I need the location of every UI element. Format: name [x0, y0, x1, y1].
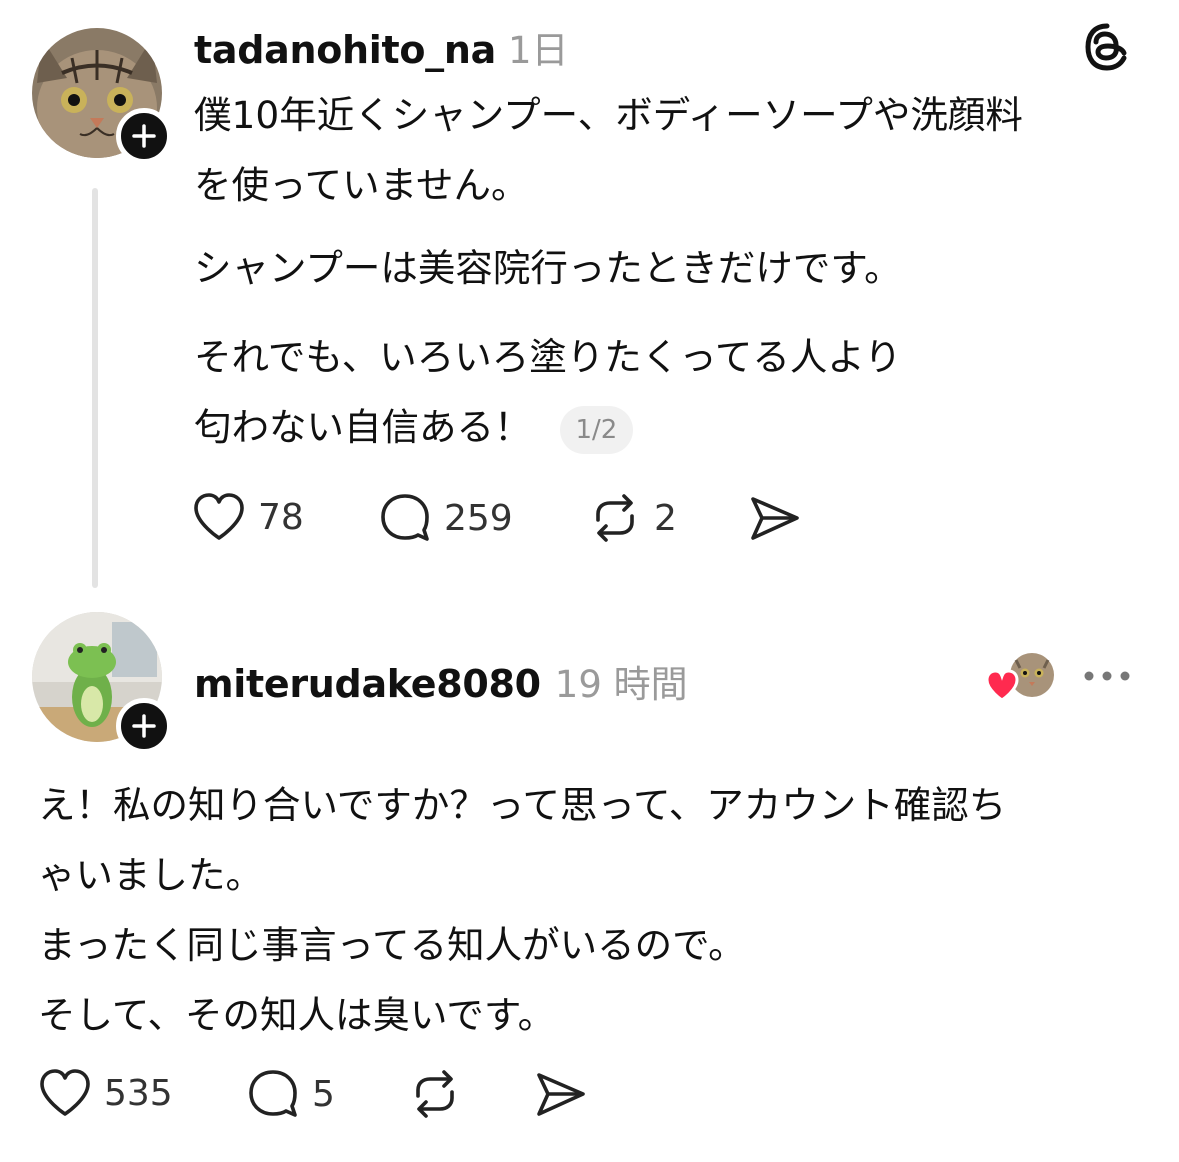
red-heart-icon: [985, 669, 1019, 702]
like-count: 535: [104, 1072, 173, 1114]
username[interactable]: miterudake8080: [194, 662, 541, 706]
repost-icon: [416, 1070, 454, 1118]
reply-button[interactable]: 259: [378, 492, 513, 544]
post-text-line: え！私の知り合いですか？って思って、アカウント確認ち: [38, 783, 1007, 827]
timestamp: 19 時間: [554, 663, 688, 706]
more-options-button[interactable]: [1082, 664, 1132, 688]
comment-icon: [381, 494, 429, 541]
post-text-line: ゃいました。: [38, 853, 263, 897]
liked-by-author-indicator: [984, 650, 1056, 704]
repost-icon: [596, 494, 634, 542]
post-text-span: 匂わない自信ある！: [194, 405, 532, 449]
send-icon: [537, 1073, 585, 1116]
post-body: シャンプーは美容院行ったときだけです。: [194, 233, 902, 303]
heart-icon: [194, 493, 244, 540]
heart-icon: [40, 1069, 90, 1116]
post-text-line: そして、その知人は臭いです。: [38, 993, 556, 1037]
reply-count: 259: [444, 497, 513, 539]
page-indicator: 1/2: [559, 405, 634, 454]
thread-line: [92, 188, 98, 588]
repost-count: 2: [654, 497, 677, 539]
follow-button[interactable]: [116, 108, 172, 164]
post-text-line: まったく同じ事言ってる知人がいるので。: [38, 923, 746, 967]
post-text-line: を使っていません。: [194, 163, 529, 207]
post-header: tadanohito_na 1日: [194, 20, 569, 74]
post-header: miterudake8080 19 時間: [194, 654, 688, 708]
timestamp: 1日: [507, 29, 569, 72]
share-button[interactable]: [748, 494, 802, 548]
like-count: 78: [258, 496, 304, 538]
share-button[interactable]: [534, 1070, 588, 1124]
send-icon: [751, 497, 799, 540]
repost-button[interactable]: [408, 1068, 462, 1120]
plus-icon: [132, 714, 156, 738]
username[interactable]: tadanohito_na: [194, 28, 496, 72]
like-button[interactable]: 78: [192, 492, 304, 542]
like-button[interactable]: 535: [38, 1068, 173, 1118]
post-text-line: それでも、いろいろ塗りたくってる人より: [194, 335, 902, 379]
post-text-line-last: 匂わない自信ある！ 1/2: [194, 392, 902, 462]
threads-logo-icon[interactable]: [1082, 22, 1132, 72]
plus-icon: [132, 124, 156, 148]
repost-button[interactable]: 2: [588, 492, 677, 544]
post-body: 僕10年近くシャンプー、ボディーソープや洗顔料 を使っていません。: [194, 80, 1023, 220]
post-text-line: 僕10年近くシャンプー、ボディーソープや洗顔料: [194, 93, 1023, 137]
reply-button[interactable]: 5: [246, 1068, 335, 1120]
post-body: え！私の知り合いですか？って思って、アカウント確認ち ゃいました。 まったく同じ…: [38, 770, 1006, 1050]
post-body: それでも、いろいろ塗りたくってる人より 匂わない自信ある！ 1/2: [194, 322, 902, 462]
reply-count: 5: [312, 1073, 335, 1115]
post-text-line: シャンプーは美容院行ったときだけです。: [194, 246, 902, 290]
more-horizontal-icon: [1084, 671, 1130, 681]
follow-button[interactable]: [116, 698, 172, 754]
comment-icon: [249, 1070, 297, 1117]
